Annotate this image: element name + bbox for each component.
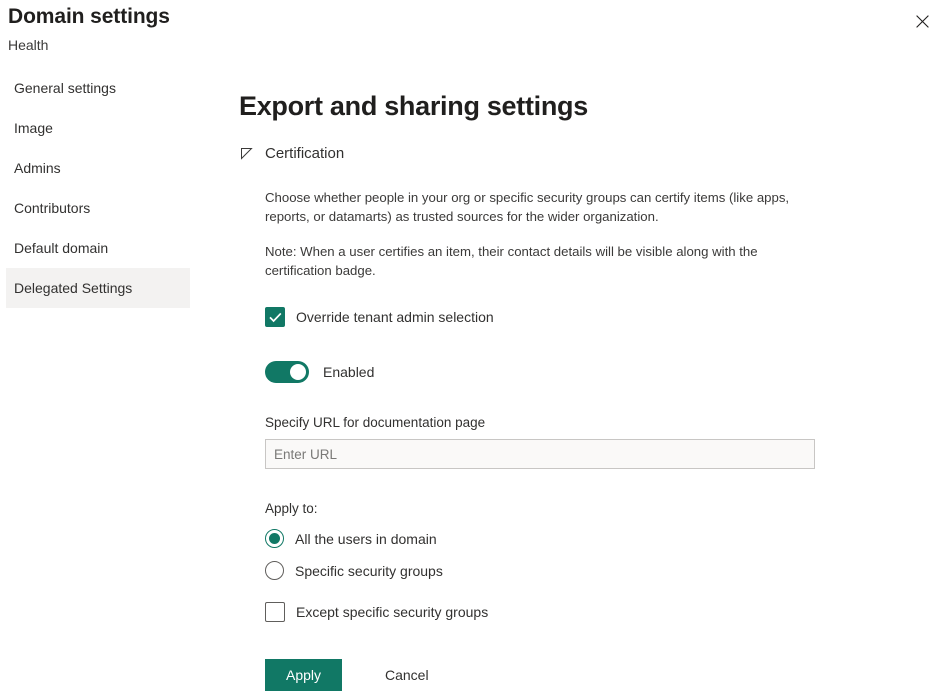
radio-specific-security-groups-row[interactable]: Specific security groups: [265, 561, 443, 580]
except-specific-security-groups-checkbox[interactable]: [265, 602, 285, 622]
settings-sidebar: General settings Image Admins Contributo…: [0, 68, 200, 308]
sidebar-item-label: Contributors: [14, 200, 90, 216]
toggle-knob: [290, 364, 306, 380]
override-tenant-admin-label: Override tenant admin selection: [296, 309, 494, 325]
close-button[interactable]: [905, 4, 939, 38]
apply-button[interactable]: Apply: [265, 659, 342, 691]
certification-note: Note: When a user certifies an item, the…: [265, 243, 805, 280]
radio-all-users-in-domain[interactable]: [265, 529, 284, 548]
sidebar-item-admins[interactable]: Admins: [6, 148, 190, 188]
radio-dot: [269, 533, 280, 544]
override-tenant-admin-checkbox[interactable]: [265, 307, 285, 327]
sidebar-item-label: Image: [14, 120, 53, 136]
radio-specific-security-groups[interactable]: [265, 561, 284, 580]
panel-header: Domain settings Health: [0, 0, 947, 62]
enabled-toggle[interactable]: [265, 361, 309, 383]
certification-section-header[interactable]: Certification: [239, 145, 344, 162]
enabled-toggle-row[interactable]: Enabled: [265, 361, 374, 383]
sidebar-item-label: Default domain: [14, 240, 108, 256]
apply-to-label: Apply to:: [265, 501, 899, 516]
enabled-toggle-label: Enabled: [323, 364, 374, 380]
panel-subtitle: Health: [8, 37, 48, 53]
radio-all-users-in-domain-label: All the users in domain: [295, 531, 437, 547]
sidebar-item-default-domain[interactable]: Default domain: [6, 228, 190, 268]
sidebar-item-general-settings[interactable]: General settings: [6, 68, 190, 108]
except-specific-security-groups-label: Except specific security groups: [296, 604, 488, 620]
certification-section-body: Choose whether people in your org or spe…: [265, 189, 899, 691]
main-content: Export and sharing settings Certificatio…: [239, 88, 899, 691]
sidebar-item-label: Delegated Settings: [14, 280, 132, 296]
override-tenant-admin-checkbox-row[interactable]: Override tenant admin selection: [265, 307, 494, 327]
form-actions: Apply Cancel: [265, 659, 899, 691]
cancel-button[interactable]: Cancel: [381, 659, 433, 691]
close-icon: [916, 15, 929, 28]
sidebar-item-label: Admins: [14, 160, 61, 176]
radio-specific-security-groups-label: Specific security groups: [295, 563, 443, 579]
page-title: Domain settings: [8, 5, 170, 29]
certification-description: Choose whether people in your org or spe…: [265, 189, 805, 226]
content-page-title: Export and sharing settings: [239, 88, 899, 124]
url-field-label: Specify URL for documentation page: [265, 415, 899, 430]
checkmark-icon: [269, 312, 282, 323]
triangle-collapse-icon: [239, 147, 253, 161]
except-specific-security-groups-row[interactable]: Except specific security groups: [265, 602, 488, 622]
sidebar-item-label: General settings: [14, 80, 116, 96]
radio-all-users-in-domain-row[interactable]: All the users in domain: [265, 529, 437, 548]
documentation-url-input[interactable]: [265, 439, 815, 469]
section-title: Certification: [265, 145, 344, 162]
sidebar-item-contributors[interactable]: Contributors: [6, 188, 190, 228]
sidebar-item-delegated-settings[interactable]: Delegated Settings: [6, 268, 190, 308]
sidebar-item-image[interactable]: Image: [6, 108, 190, 148]
